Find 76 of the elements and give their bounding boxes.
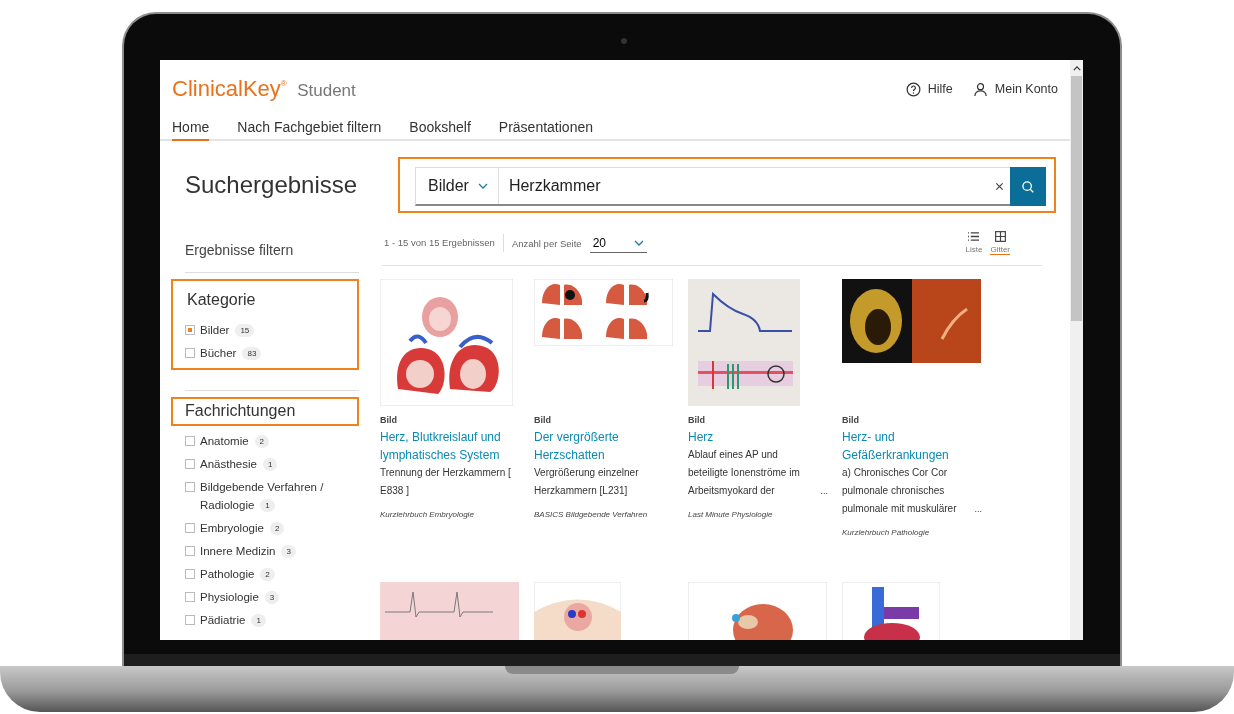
filter-group-title: Kategorie [186,290,257,310]
page-title: Suchergebnisse [185,171,359,199]
result-type: Bild [842,415,859,425]
checkbox[interactable] [185,615,195,625]
more-indicator[interactable]: ... [974,500,982,518]
result-source: Kurzlehrbuch Embryologie [380,510,474,519]
help-icon [905,81,921,97]
result-source: Last Minute Physiologie [688,510,773,519]
result-type: Bild [534,415,551,425]
checkbox[interactable] [185,569,195,579]
filter-option[interactable]: Bilder 15 [200,321,255,339]
checkbox[interactable] [185,523,195,533]
chevron-down-icon [477,183,488,189]
filter-option[interactable]: Innere Medizin 3 [200,542,296,560]
product-name: Student [297,81,356,100]
result-title-link[interactable]: Herz [688,428,714,446]
close-icon[interactable] [995,181,1004,191]
per-page-label: Anzahl per Seite [511,237,582,249]
scrollbar[interactable] [1070,60,1083,640]
result-description: Vergrößerung einzelner Herzkammern [L231] [534,466,640,498]
checkbox[interactable] [185,482,195,492]
count-badge: 2 [254,435,270,448]
checkbox[interactable] [185,325,195,335]
result-title-link[interactable]: Der vergrößerte Herzschatten [534,428,674,464]
filter-option[interactable]: Physiologie 3 [200,588,280,606]
count-badge: 2 [260,568,275,581]
count-badge: 1 [260,499,275,512]
checkbox[interactable] [185,592,195,602]
grid-view-toggle[interactable]: Gitter [990,231,1010,255]
search-field[interactable]: Bilder Herzkammer [415,167,1046,206]
result-type: Bild [380,415,397,425]
webcam-icon [621,38,627,44]
search-button[interactable] [1010,167,1046,206]
checkbox[interactable] [185,348,195,358]
result-description: Trennung der Herzkammern [ E838 ] [380,466,512,498]
filter-option[interactable]: Pathologie 2 [200,565,275,583]
count-badge: 3 [264,591,280,604]
result-source: BASICS Bildgebende Verfahren [534,510,648,519]
filter-group-title: Fachrichtungen [171,397,359,426]
user-icon [972,81,988,97]
more-indicator[interactable]: ... [820,482,828,500]
checkbox[interactable] [185,546,195,556]
nav-tab[interactable]: Präsentationen [498,119,593,141]
result-description: a) Chronisches Cor Cor pulmonale chronisches pulmonale mit muskulärer [842,466,958,516]
help-link[interactable]: Hilfe [905,81,953,97]
count-badge: 2 [269,522,285,535]
filter-option[interactable]: Bücher 83 [200,344,262,362]
account-link[interactable]: Mein Konto [972,81,1058,97]
filter-option[interactable]: Anatomie 2 [200,432,270,450]
search-icon [1021,179,1035,194]
result-type: Bild [688,415,705,425]
results-count: 1 - 15 von 15 Ergebnissen [382,234,504,252]
scroll-up-icon[interactable] [1072,66,1081,71]
filter-option[interactable]: Embryologie 2 [200,519,285,537]
filter-option[interactable]: Bildgebende Verfahren / Radiologie 1 [200,478,345,514]
grid-icon [994,231,1006,242]
chevron-down-icon [633,239,644,246]
nav-tab[interactable]: Nach Fachgebiet filtern [237,119,382,141]
list-view-toggle[interactable]: Liste [965,231,983,255]
count-badge: 15 [235,324,255,337]
list-icon [967,231,981,242]
filter-option[interactable]: Pädiatrie 1 [200,611,266,629]
result-title-link[interactable]: Herz, Blutkreislauf und lymphatisches System [380,428,520,464]
nav-tab[interactable]: Home [172,119,210,141]
result-source: Kurzlehrbuch Pathologie [842,528,930,537]
result-title-link[interactable]: Herz- und Gefäßerkrankungen [842,428,982,464]
nav-tab[interactable]: Bookshelf [409,119,471,141]
result-description: Ablauf eines AP und beteiligte Ionenströme im Arbeitsmyokard der [688,448,801,498]
filter-heading: Ergebnisse filtern [184,241,295,260]
filter-option[interactable]: Anästhesie 1 [200,455,278,473]
checkbox[interactable] [185,459,195,469]
count-badge: 3 [281,545,296,558]
count-badge: 1 [262,458,278,471]
checkbox[interactable] [185,436,195,446]
count-badge: 83 [242,347,262,360]
count-badge: 1 [251,614,266,627]
